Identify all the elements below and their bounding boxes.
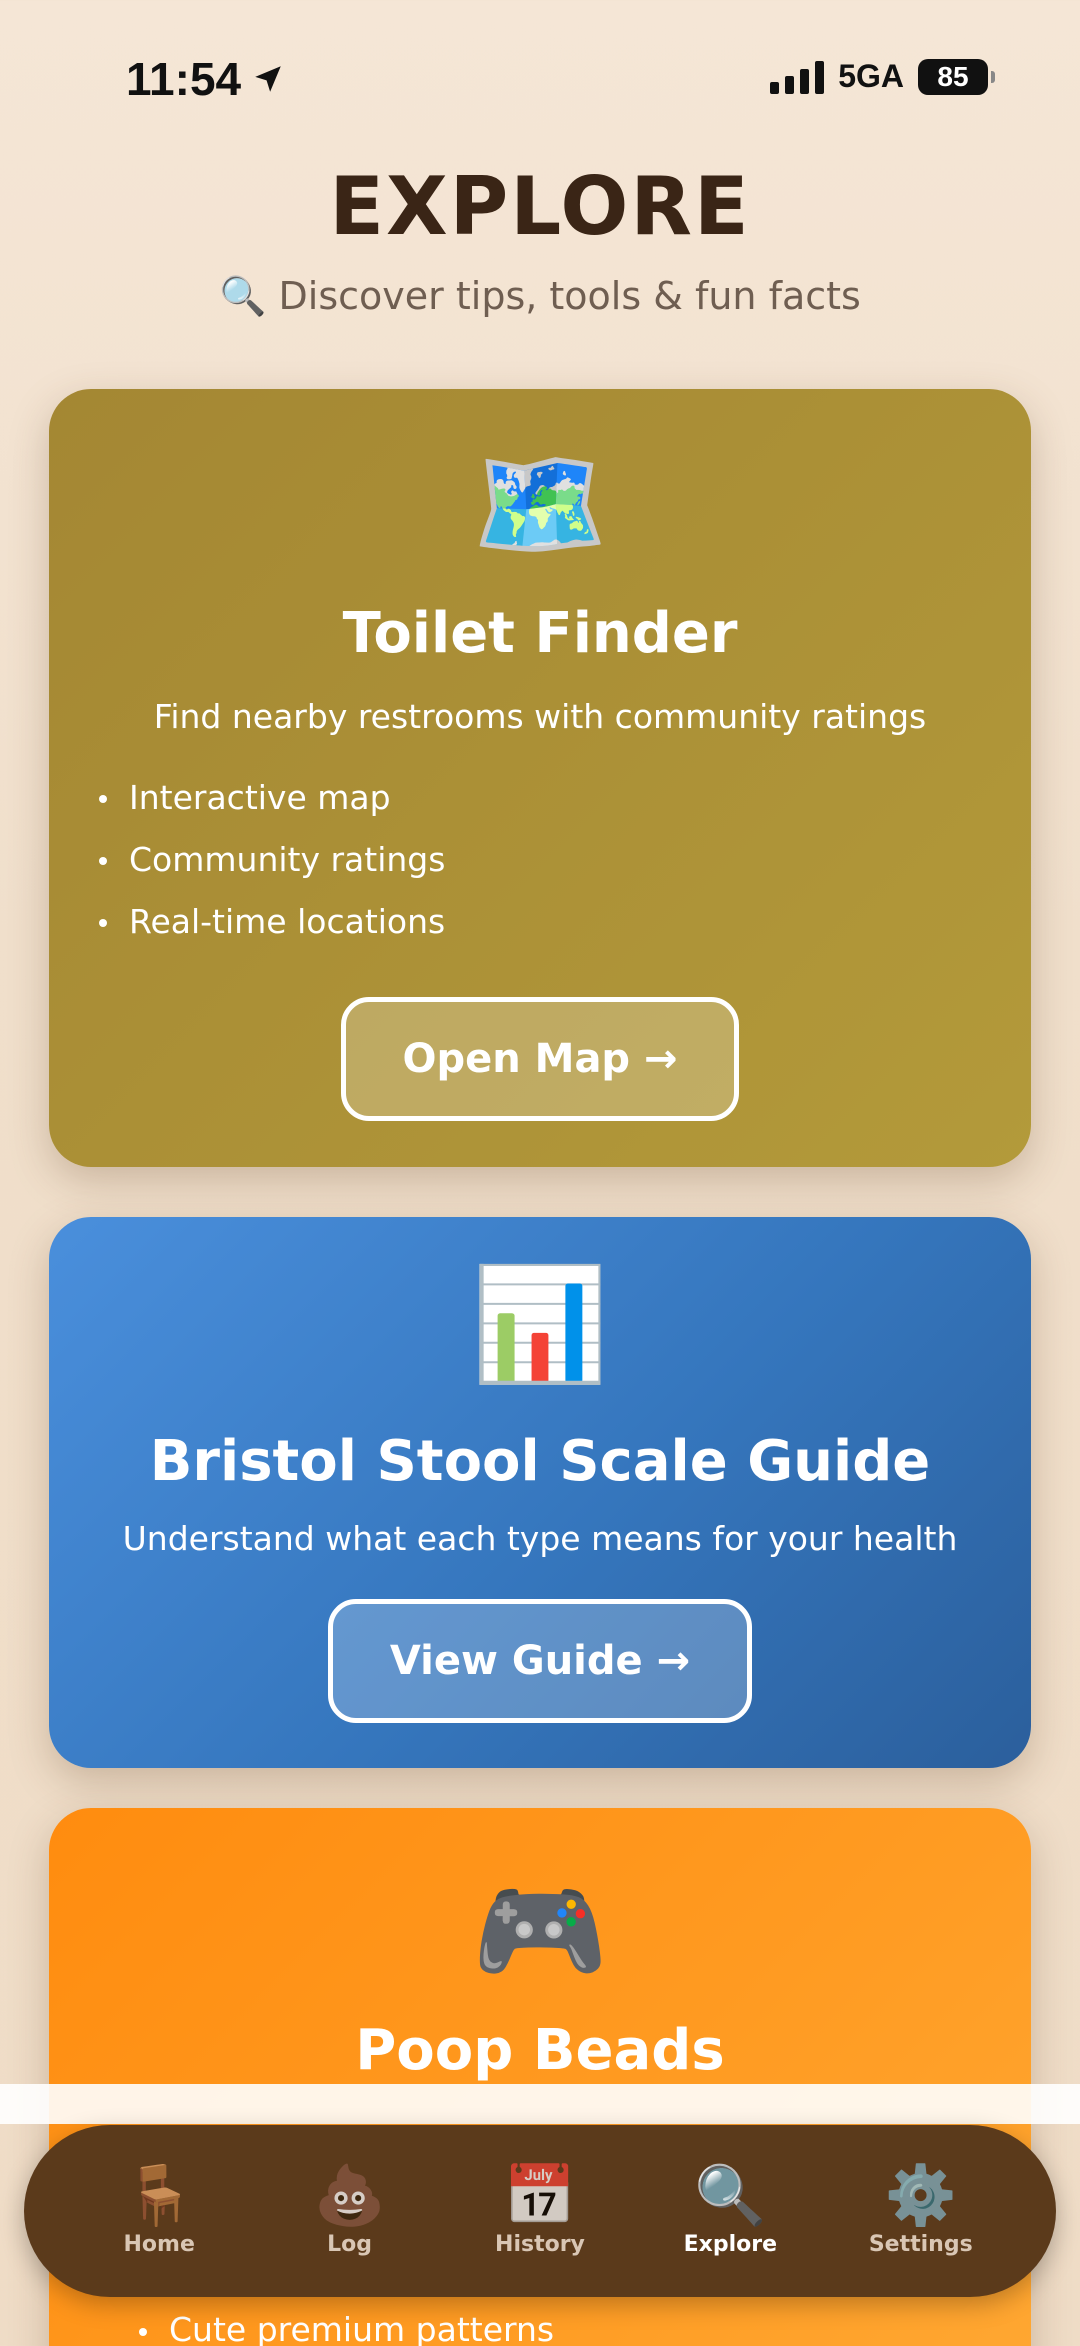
open-map-button[interactable]: Open Map → [341, 997, 739, 1121]
feature-list: Cute premium patterns [139, 2310, 554, 2346]
status-bar: 11:54 5GA 85 [0, 0, 1080, 140]
list-item: Real-time locations [99, 891, 445, 953]
location-arrow-icon [255, 66, 281, 92]
tab-log[interactable]: 💩 Log [265, 2166, 435, 2257]
view-guide-button[interactable]: View Guide → [328, 1599, 752, 1723]
tab-label: Log [327, 2231, 373, 2257]
battery-icon: 85 [918, 58, 995, 95]
magnifier-icon: 🔍 [694, 2160, 767, 2229]
status-indicators: 5GA 85 [770, 58, 995, 95]
card-description: Understand what each type means for your… [122, 1519, 958, 1558]
bristol-scale-card: 📊 Bristol Stool Scale Guide Understand w… [49, 1217, 1031, 1768]
tab-explore[interactable]: 🔍 Explore [645, 2166, 815, 2257]
list-item: Community ratings [99, 829, 445, 891]
world-map-icon: 🗺️ [471, 440, 609, 568]
tab-settings[interactable]: ⚙️ Settings [836, 2166, 1006, 2257]
card-description: Find nearby restrooms with community rat… [153, 697, 927, 736]
tab-label: History [495, 2231, 585, 2257]
tab-label: Explore [683, 2231, 778, 2257]
game-controller-icon: 🎮 [471, 1867, 609, 1995]
page-title: EXPLORE [329, 160, 751, 253]
cellular-signal-icon [770, 60, 825, 94]
network-type: 5GA [838, 58, 904, 94]
tab-bar-backdrop [0, 2084, 1080, 2124]
tab-label: Settings [868, 2231, 973, 2257]
tab-history[interactable]: 📅 History [455, 2166, 625, 2257]
gear-icon: ⚙️ [884, 2160, 957, 2229]
list-item: Interactive map [99, 767, 445, 829]
tab-label: Home [123, 2231, 195, 2257]
list-item: Cute premium patterns [139, 2310, 554, 2346]
battery-level: 85 [937, 60, 969, 92]
poop-icon: 💩 [313, 2160, 386, 2229]
status-time: 11:54 [126, 52, 285, 106]
feature-list: Interactive map Community ratings Real-t… [99, 767, 445, 953]
card-title: Poop Beads [355, 2018, 725, 2083]
card-title: Bristol Stool Scale Guide [149, 1429, 931, 1494]
card-title: Toilet Finder [342, 601, 738, 666]
potty-icon: 🪑 [123, 2160, 196, 2229]
tab-home[interactable]: 🪑 Home [74, 2166, 244, 2257]
clock-label: 11:54 [126, 53, 242, 105]
bottom-tab-bar: 🪑 Home 💩 Log 📅 History 🔍 Explore ⚙️ Sett… [24, 2125, 1056, 2297]
calendar-icon: 📅 [503, 2160, 577, 2229]
toilet-finder-card: 🗺️ Toilet Finder Find nearby restrooms w… [49, 389, 1031, 1167]
page-subtitle: 🔍 Discover tips, tools & fun facts [219, 274, 861, 318]
bar-chart-icon: 📊 [471, 1260, 609, 1388]
